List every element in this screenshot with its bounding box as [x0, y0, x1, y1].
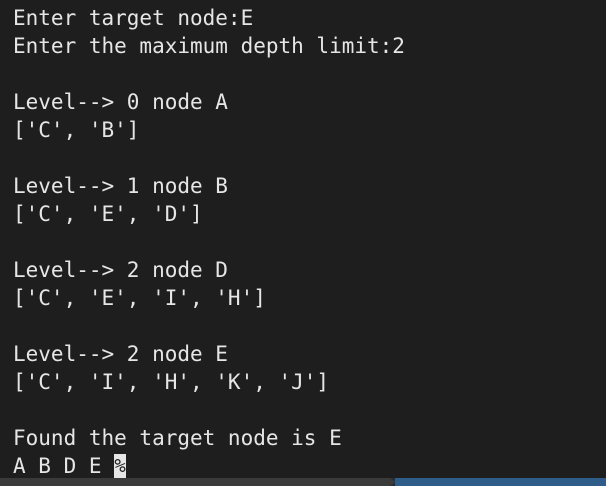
terminal-output: Enter target node:E Enter the maximum de… — [13, 4, 606, 480]
status-bar — [0, 478, 606, 486]
terminal-window[interactable]: Enter target node:E Enter the maximum de… — [0, 0, 606, 486]
prompt-depth-limit: Enter the maximum depth limit:2 — [13, 34, 405, 58]
prompt-target-node: Enter target node:E — [13, 6, 254, 30]
level-line: Level--> 1 node B — [13, 174, 228, 198]
level-line: Level--> 2 node D — [13, 258, 228, 282]
frontier-line: ['C', 'B'] — [13, 118, 140, 142]
status-segment-right — [395, 478, 606, 486]
level-line: Level--> 0 node A — [13, 90, 228, 114]
status-segment-left — [0, 478, 390, 486]
final-output-line: A B D E % — [13, 452, 606, 480]
level-line: Level--> 2 node E — [13, 342, 228, 366]
shell-cursor: % — [114, 454, 127, 478]
result-line: Found the target node is E — [13, 426, 342, 450]
frontier-line: ['C', 'E', 'I', 'H'] — [13, 286, 266, 310]
frontier-line: ['C', 'I', 'H', 'K', 'J'] — [13, 370, 330, 394]
visited-order: A B D E — [13, 454, 115, 478]
frontier-line: ['C', 'E', 'D'] — [13, 202, 203, 226]
